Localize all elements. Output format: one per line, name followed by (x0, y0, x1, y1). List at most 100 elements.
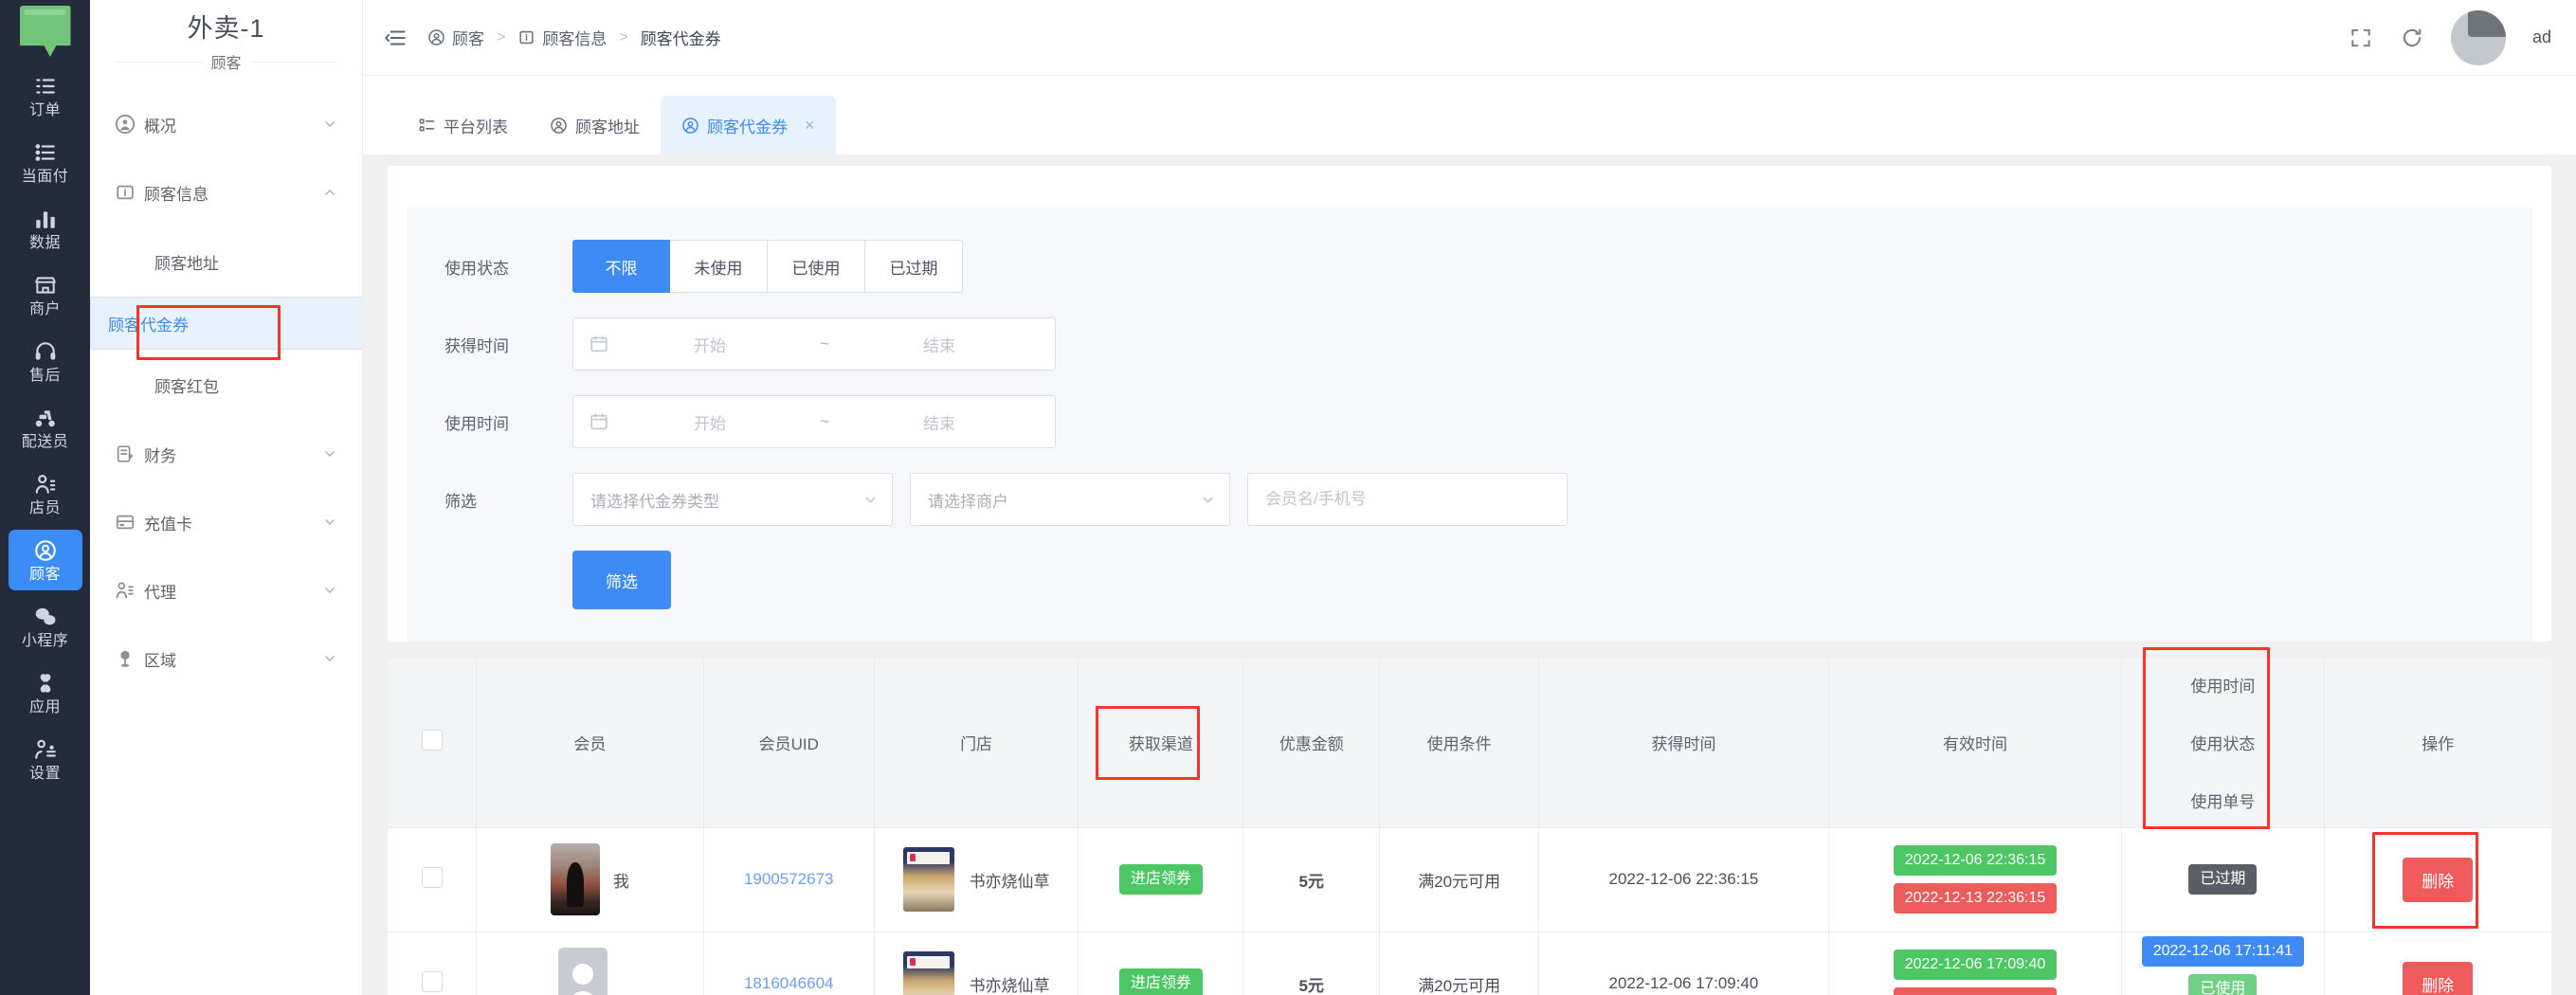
content-scroll-area[interactable]: 使用状态 不限 未使用 已使用 已过期 获得时间 开始 ~ 结束 使用时间 开始… (363, 154, 2576, 995)
select-all-checkbox[interactable] (421, 730, 443, 751)
cell-valid-time: 2022-12-06 17:09:40 2022-12-13 17:09:40 (1828, 932, 2123, 995)
member-uid-link[interactable]: 1816046604 (744, 974, 834, 992)
status-option-all[interactable]: 不限 (572, 240, 670, 293)
close-icon[interactable]: × (805, 116, 815, 136)
divider-right (250, 61, 338, 63)
photo-avatar (550, 843, 600, 915)
range-separator: ~ (820, 335, 829, 353)
sidebar-item-rechargecard[interactable]: 充值卡 (90, 488, 362, 556)
fullscreen-icon[interactable] (2349, 26, 2373, 50)
rail-label: 售后 (28, 368, 61, 384)
sidebar-item-customer-voucher[interactable]: 顾客代金券 (90, 297, 362, 360)
chevron-down-icon (862, 492, 879, 508)
rail-item-orders[interactable]: 订单 (9, 65, 82, 126)
coupon-type-value: 请选择代金券类型 (590, 492, 719, 511)
tab-platform-list[interactable]: 平台列表 (397, 96, 529, 154)
shop-icon (33, 273, 58, 298)
table-row: 1816046604 书亦烧仙草 进店领券 5元 满20元可用 2022-12-… (388, 932, 2551, 995)
status-option-unused[interactable]: 未使用 (670, 240, 768, 293)
sidebar-item-label: 代理 (144, 583, 176, 602)
rail-item-settings[interactable]: 设置 (9, 729, 82, 789)
th-member-uid: 会员UID (703, 659, 875, 828)
cell-channel: 进店领券 (1078, 827, 1244, 932)
status-option-used[interactable]: 已使用 (768, 240, 865, 293)
rail-item-miniprogram[interactable]: 小程序 (9, 596, 82, 657)
use-time-range-picker[interactable]: 开始 ~ 结束 (572, 395, 1056, 448)
top-bar: 顾客 > 顾客信息 > 顾客代金券 ad (363, 0, 2576, 76)
card-icon (115, 512, 136, 533)
sidebar-item-overview[interactable]: 概况 (90, 90, 362, 158)
use-time-start[interactable]: 开始 (609, 410, 810, 434)
filter-row-misc: 筛选 请选择代金券类型 请选择商户 (407, 473, 2532, 526)
sidebar-item-customer-info[interactable]: 顾客信息 (90, 158, 362, 226)
delete-button[interactable]: 删除 (2403, 961, 2474, 995)
cell-channel: 进店领券 (1078, 932, 1244, 995)
status-option-expired[interactable]: 已过期 (865, 240, 963, 293)
chevron-down-icon (1200, 492, 1216, 508)
sidebar-title: 外卖-1 (187, 14, 265, 43)
valid-from-badge: 2022-12-06 22:36:15 (1893, 845, 2058, 876)
filter-submit-button[interactable]: 筛选 (572, 551, 671, 609)
delete-button[interactable]: 删除 (2403, 857, 2474, 902)
shop-thumbnail (902, 847, 954, 912)
valid-to-badge: 2022-12-13 17:09:40 (1893, 987, 2058, 995)
cell-member-uid: 1900572673 (703, 827, 875, 932)
collapse-menu-icon[interactable] (384, 26, 408, 50)
chevron-down-icon (322, 117, 337, 132)
breadcrumb-item-customer[interactable]: 顾客 (427, 26, 484, 49)
member-uid-link[interactable]: 1900572673 (744, 870, 834, 888)
sidebar-item-finance[interactable]: 财务 (90, 420, 362, 488)
filter-panel: 使用状态 不限 未使用 已使用 已过期 获得时间 开始 ~ 结束 使用时间 开始… (407, 208, 2532, 642)
row-checkbox[interactable] (421, 970, 443, 992)
sidebar-item-region[interactable]: 区域 (90, 624, 362, 693)
breadcrumb-separator: > (497, 28, 506, 45)
filter-row-use-time: 使用时间 开始 ~ 结束 (407, 395, 2532, 448)
pay-list-icon (33, 140, 58, 165)
channel-badge: 进店领券 (1118, 864, 1203, 895)
obtain-time-start[interactable]: 开始 (609, 333, 810, 356)
placeholder-avatar (558, 948, 608, 995)
obtain-time-range-picker[interactable]: 开始 ~ 结束 (572, 317, 1056, 371)
rail-item-facepay[interactable]: 当面付 (9, 132, 82, 192)
th-shop: 门店 (874, 659, 1079, 828)
refresh-icon[interactable] (2400, 26, 2424, 50)
user-circle-icon (681, 117, 699, 135)
cell-usage: 已过期 (2121, 827, 2325, 932)
rail-item-merchants[interactable]: 商户 (9, 264, 82, 325)
breadcrumb-item-customer-info[interactable]: 顾客信息 (517, 26, 607, 49)
chevron-down-icon (322, 583, 337, 598)
wechat-icon (33, 605, 58, 629)
sidebar-item-customer-redpacket[interactable]: 顾客红包 (90, 350, 362, 420)
obtain-time-end[interactable]: 结束 (839, 333, 1040, 356)
bar-chart-icon (33, 207, 58, 231)
rail-item-customers[interactable]: 顾客 (8, 530, 82, 590)
shop-name: 书亦烧仙草 (969, 976, 1050, 995)
th-select-all (388, 659, 478, 828)
rail-item-apps[interactable]: 应用 (9, 662, 82, 723)
keyword-input[interactable] (1247, 473, 1568, 526)
table-header-row: 会员 会员UID 门店 获取渠道 优惠金额 使用条件 获得时间 有效时间 使用时… (388, 647, 2551, 829)
rail-item-couriers[interactable]: 配送员 (9, 397, 82, 458)
cell-shop: 书亦烧仙草 (874, 932, 1079, 995)
brand-logo (19, 6, 71, 57)
calendar-icon (589, 411, 609, 432)
use-time-end[interactable]: 结束 (839, 410, 1040, 434)
sidebar-item-customer-address[interactable]: 顾客地址 (90, 226, 362, 297)
avatar[interactable] (2450, 9, 2506, 65)
coupon-type-select[interactable]: 请选择代金券类型 (572, 473, 893, 526)
rail-label: 商户 (28, 301, 61, 317)
rail-item-staff[interactable]: 店员 (9, 463, 82, 524)
tab-customer-voucher[interactable]: 顾客代金券 × (661, 96, 836, 154)
breadcrumb-label: 顾客 (452, 30, 484, 48)
use-time-badge: 2022-12-06 17:11:41 (2141, 936, 2305, 967)
chevron-down-icon (322, 651, 337, 666)
scooter-icon (33, 406, 58, 430)
user-circle-icon (115, 114, 136, 135)
merchant-select[interactable]: 请选择商户 (910, 473, 1230, 526)
rail-item-data[interactable]: 数据 (9, 198, 82, 259)
row-checkbox[interactable] (421, 866, 443, 888)
breadcrumb-label: 顾客信息 (542, 30, 608, 48)
tab-customer-address[interactable]: 顾客地址 (529, 96, 661, 154)
sidebar-item-agent[interactable]: 代理 (90, 556, 362, 624)
rail-item-aftersales[interactable]: 售后 (9, 331, 82, 391)
